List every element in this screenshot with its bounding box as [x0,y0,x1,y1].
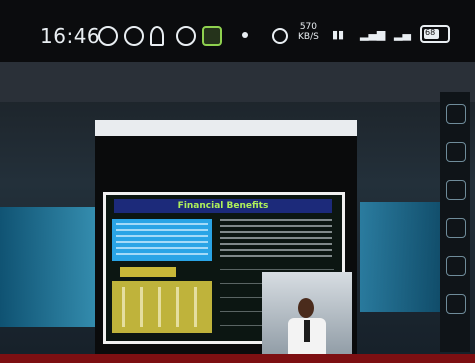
circle-icon [98,26,118,46]
presenter-tie [304,320,310,342]
presenter-camera[interactable] [262,272,352,360]
slide-blue-box-text [116,223,208,257]
control-icon[interactable] [446,180,466,200]
control-icon[interactable] [446,294,466,314]
wifi-icon [272,28,288,44]
control-icon[interactable] [446,218,466,238]
slide-yellow-label [120,267,176,277]
video-background-right [360,202,440,312]
slide-title: Financial Benefits [114,199,332,213]
network-speed: 570 KB/S [298,22,319,42]
video-view[interactable]: Financial Benefits [0,62,475,363]
slide-yellow-box [112,281,212,333]
video-background-left [0,207,100,327]
control-icon[interactable] [446,256,466,276]
clock: 16:46 [40,24,101,48]
control-strip [440,92,470,352]
signal-icon-2: ▂▄▆ [360,28,386,41]
presenter-head [298,298,314,318]
slide-yellow-box-columns [122,287,202,327]
status-bar: 16:46 570 KB/S ▮▮ ▂▄▆ ▂▄ 68 [0,0,475,62]
dot-icon [242,32,248,38]
signal-icon: ▮▮ [332,28,345,41]
control-icon[interactable] [446,142,466,162]
battery-icon: 68 [420,25,450,43]
notification-icon [150,26,164,46]
google-icon [176,26,196,46]
slide-text-block [220,219,332,261]
bottom-red-bar [0,354,475,363]
browser-tab-bar [95,120,357,136]
app-icon [202,26,222,46]
video-background-top [0,62,475,102]
control-icon[interactable] [446,104,466,124]
search-icon [124,26,144,46]
network-speed-value: 570 [299,22,317,32]
network-speed-unit: KB/S [298,32,319,42]
signal-icon-3: ▂▄ [394,28,411,41]
battery-label: 68 [425,28,436,37]
slide-blue-box [112,219,212,261]
